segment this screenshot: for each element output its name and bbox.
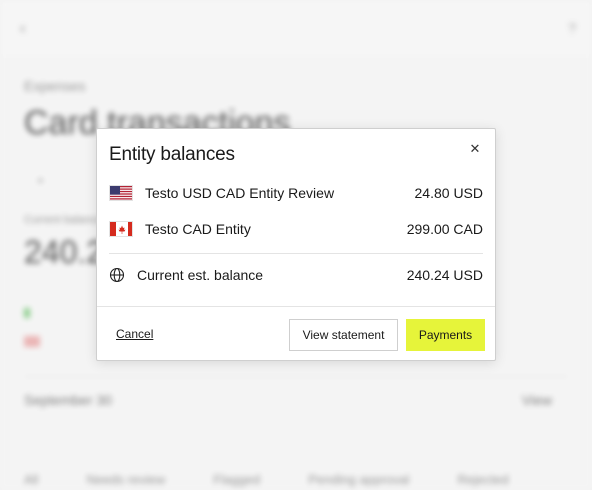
entity-row: Testo CAD Entity 299.00 CAD [109,215,483,243]
us-flag-icon [109,185,133,201]
close-icon[interactable]: ✕ [467,141,483,157]
entity-amount: 24.80 USD [414,185,483,201]
total-label: Current est. balance [137,267,264,283]
divider [109,253,483,254]
globe-icon [109,267,125,283]
entity-name: Testo CAD Entity [145,221,251,237]
dialog-title: Entity balances [109,144,235,165]
payments-button[interactable]: Payments [406,319,485,351]
entity-row: Testo USD CAD Entity Review 24.80 USD [109,179,483,207]
entity-name: Testo USD CAD Entity Review [145,185,335,201]
entity-amount: 299.00 CAD [406,221,483,237]
view-statement-button[interactable]: View statement [289,319,398,351]
ca-flag-icon [109,221,133,237]
divider [97,306,495,307]
cancel-button[interactable]: Cancel [116,327,153,341]
total-amount: 240.24 USD [406,267,483,283]
entity-balances-dialog: Entity balances ✕ Testo USD CAD Entity R… [96,128,496,361]
total-row: Current est. balance 240.24 USD [109,261,483,289]
